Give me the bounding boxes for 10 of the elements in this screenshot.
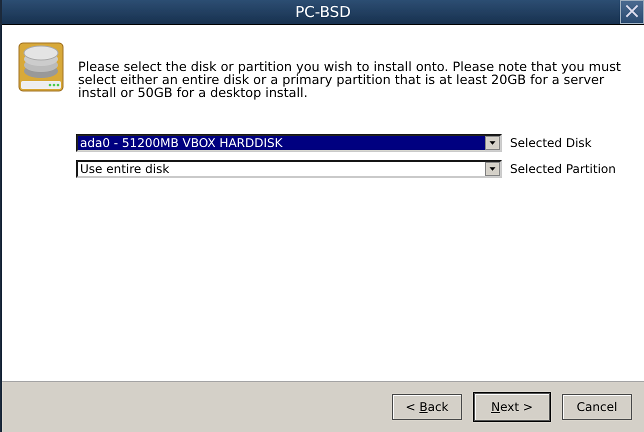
dropdown[interactable]: ada0 - 51200MB VBOX HARDDISK [76, 134, 502, 152]
dialog-button[interactable]: Next > [474, 393, 550, 421]
dropdown[interactable]: Use entire disk [76, 160, 502, 178]
instructions-text: Please select the disk or partition you wish to install onto. Please note that you must select either an entire disk or a primary partition that is at least 20GB for a server install or 50GB for a desktop install. [78, 61, 622, 100]
dialog-button[interactable]: Cancel [562, 394, 632, 420]
close-button[interactable]: × [620, 0, 644, 24]
dialog-button[interactable]: < Back [392, 394, 462, 420]
window-title: PC-BSD [295, 3, 351, 21]
field-label: Selected Disk [510, 136, 592, 150]
field-label: Selected Partition [510, 162, 616, 176]
